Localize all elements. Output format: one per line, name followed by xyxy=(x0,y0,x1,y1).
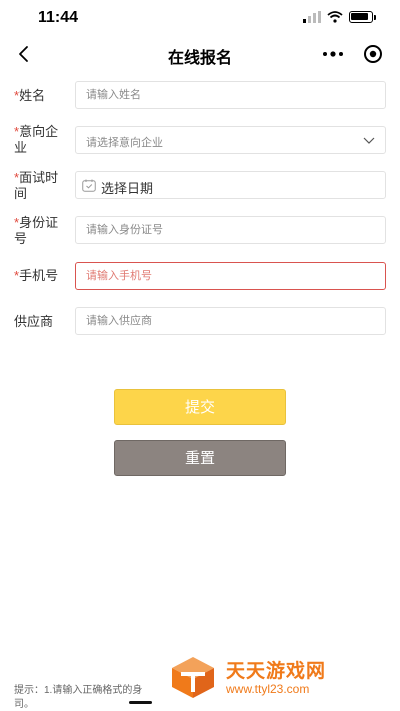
company-select-placeholder: 请选择意向企业 xyxy=(86,137,163,149)
id-number-field[interactable] xyxy=(75,216,386,244)
interview-time-label-text: 面试时间 xyxy=(14,170,59,201)
date-picker[interactable]: 选择日期 xyxy=(75,171,386,199)
id-number-label-text: 身份证号 xyxy=(14,215,59,246)
phone-field[interactable] xyxy=(75,262,386,290)
phone-label-text: 手机号 xyxy=(19,268,59,283)
reset-button[interactable]: 重置 xyxy=(114,440,286,476)
watermark-title: 天天游戏网 xyxy=(226,661,327,682)
hint-line-2: 司。 xyxy=(14,699,34,710)
supplier-input[interactable] xyxy=(76,308,385,334)
wifi-icon xyxy=(327,11,343,23)
phone-input[interactable] xyxy=(76,263,385,289)
id-number-input[interactable] xyxy=(76,217,385,243)
chevron-down-icon xyxy=(363,137,375,144)
supplier-label-text: 供应商 xyxy=(14,314,54,329)
status-icons xyxy=(303,11,376,23)
company-select[interactable]: 请选择意向企业 xyxy=(75,126,386,154)
nav-bar: 在线报名 xyxy=(0,36,400,72)
supplier-label: 供应商 xyxy=(14,314,70,330)
id-number-label: *身份证号 xyxy=(14,215,70,247)
company-label-text: 意向企业 xyxy=(14,124,59,155)
battery-icon xyxy=(349,11,373,23)
home-indicator xyxy=(129,701,152,704)
more-options-icon[interactable] xyxy=(322,48,344,60)
status-bar: 11:44 xyxy=(0,0,400,36)
interview-time-label: *面试时间 xyxy=(14,170,70,202)
name-label: *姓名 xyxy=(14,88,70,104)
status-time: 11:44 xyxy=(38,9,79,26)
company-label: *意向企业 xyxy=(14,124,70,156)
supplier-field[interactable] xyxy=(75,307,386,335)
signal-icon xyxy=(303,11,321,23)
hint-text: 提示：1.请输入正确格式的身 司。 xyxy=(14,684,164,711)
close-miniprogram-icon[interactable] xyxy=(362,43,384,65)
watermark-url: www.ttyl23.com xyxy=(226,682,310,696)
watermark: 天天游戏网 www.ttyl23.com xyxy=(168,654,368,700)
battery-tip xyxy=(374,14,376,20)
watermark-logo-icon xyxy=(172,657,214,698)
submit-button[interactable]: 提交 xyxy=(114,389,286,425)
name-input[interactable] xyxy=(76,82,385,108)
calendar-icon xyxy=(82,179,96,192)
name-field[interactable] xyxy=(75,81,386,109)
phone-label: *手机号 xyxy=(14,268,70,284)
hint-line-1: 提示：1.请输入正确格式的身 xyxy=(14,685,143,696)
date-picker-value: 选择日期 xyxy=(101,181,154,196)
name-label-text: 姓名 xyxy=(19,88,46,103)
